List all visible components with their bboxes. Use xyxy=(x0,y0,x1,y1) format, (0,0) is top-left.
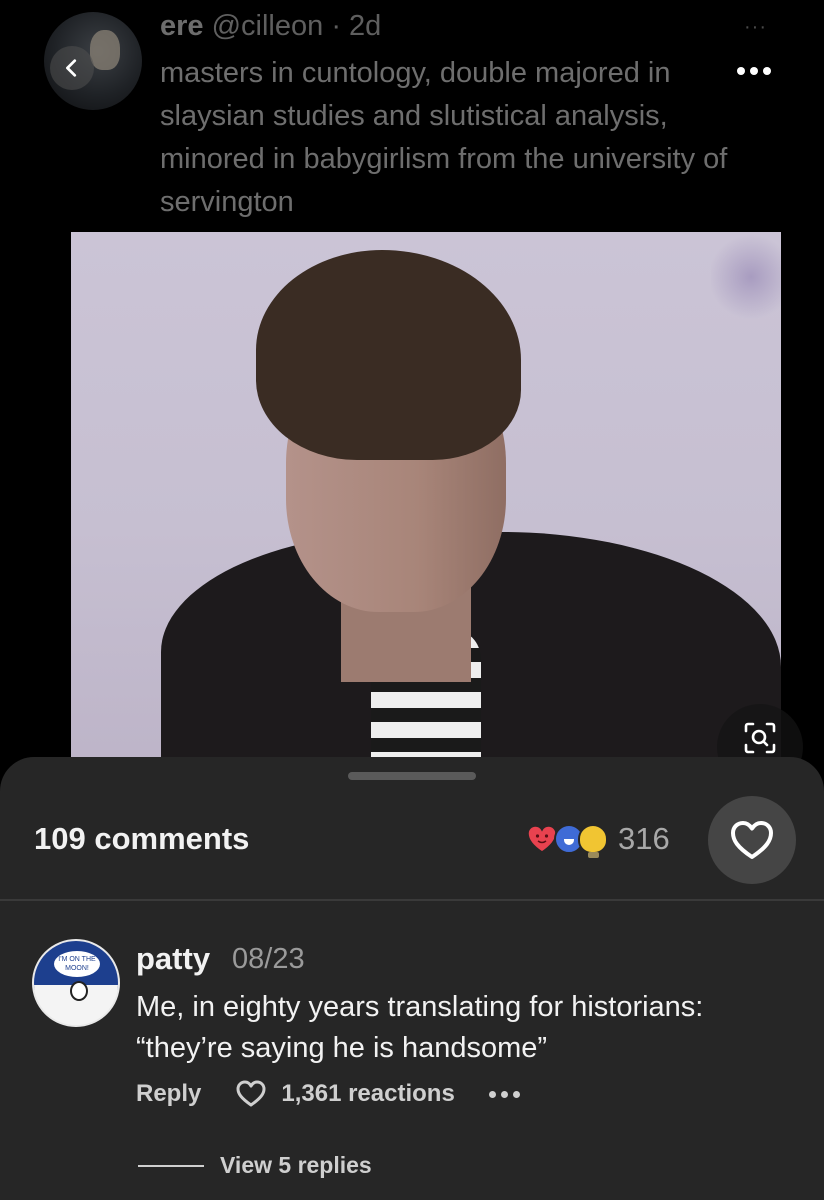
reply-button[interactable]: Reply xyxy=(136,1080,201,1108)
bulb-emoji-icon xyxy=(578,824,608,858)
more-options-button[interactable] xyxy=(730,56,778,86)
tweet-age: · 2d xyxy=(331,10,382,42)
post-photo[interactable] xyxy=(71,232,781,772)
commenter-avatar[interactable]: I'M ON THE MOON! xyxy=(32,939,120,1027)
tweet-background: ere @cilleon · 2d ··· masters in cuntolo… xyxy=(0,0,824,790)
back-button[interactable] xyxy=(50,46,94,90)
tweet-header: ere @cilleon · 2d xyxy=(160,10,381,43)
tweet-options-icon: ··· xyxy=(744,16,767,38)
comment-actions: Reply 1,361 reactions xyxy=(136,1079,520,1109)
view-replies-button[interactable]: View 5 replies xyxy=(138,1152,372,1179)
tweet-handle: @cilleon xyxy=(211,10,324,42)
lens-search-icon xyxy=(744,722,776,754)
comment-text: Me, in eighty years translating for hist… xyxy=(136,991,704,1064)
heart-outline-icon xyxy=(731,821,773,859)
like-button[interactable] xyxy=(708,796,796,884)
comments-sheet: 109 comments 316 I'M ON THE MOON! patty … xyxy=(0,757,824,1200)
photo-hair xyxy=(256,250,521,460)
avatar-face xyxy=(90,30,120,70)
react-heart-icon[interactable] xyxy=(235,1079,267,1109)
tweet-text: masters in cuntology, double majored in … xyxy=(160,57,728,218)
comment-reactions-count[interactable]: 1,361 reactions xyxy=(281,1080,454,1108)
dot-icon xyxy=(512,1090,520,1098)
comment-author[interactable]: patty xyxy=(136,941,210,977)
wall-stain xyxy=(711,232,781,322)
reactions-summary[interactable]: 316 xyxy=(526,821,670,858)
view-replies-label: View 5 replies xyxy=(220,1152,372,1178)
chevron-left-icon xyxy=(66,59,77,77)
reaction-total: 316 xyxy=(618,821,670,856)
tweet-display-name: ere xyxy=(160,10,204,42)
dot-icon xyxy=(737,67,745,75)
comment-date: 08/23 xyxy=(232,943,305,975)
dot-icon xyxy=(750,67,758,75)
sheet-drag-handle[interactable] xyxy=(348,772,476,780)
avatar-astronaut-dog xyxy=(70,981,88,1001)
sheet-divider xyxy=(0,899,824,901)
dot-icon xyxy=(763,67,771,75)
replies-line xyxy=(138,1164,204,1167)
comment-more-button[interactable] xyxy=(488,1090,520,1098)
comments-count: 109 comments xyxy=(34,821,250,856)
avatar-speech-bubble: I'M ON THE MOON! xyxy=(54,951,100,977)
dot-icon xyxy=(500,1090,508,1098)
dot-icon xyxy=(488,1090,496,1098)
